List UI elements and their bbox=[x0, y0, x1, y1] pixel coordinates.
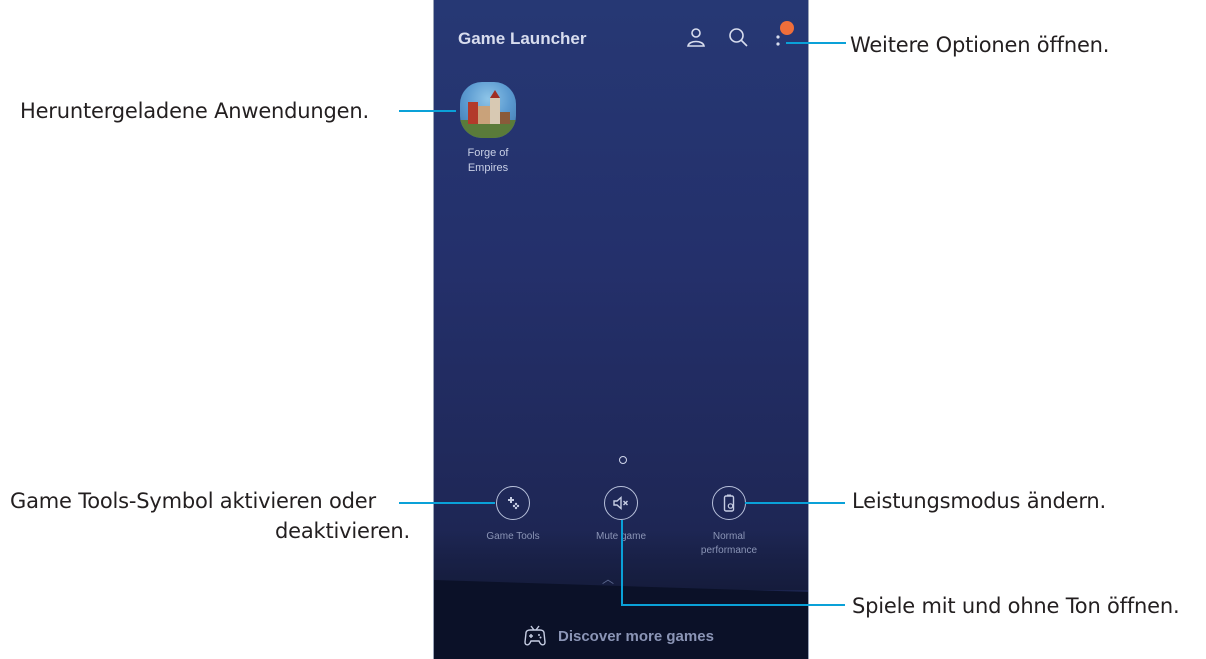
page-indicator bbox=[619, 456, 627, 464]
mute-icon bbox=[613, 495, 628, 511]
app-label-line2: Empires bbox=[467, 162, 509, 174]
callout-line-mute-horizontal bbox=[621, 604, 845, 606]
callout-downloaded-apps: Heruntergeladene Anwendungen. bbox=[20, 99, 369, 123]
search-icon[interactable] bbox=[726, 25, 750, 49]
callout-line-performance bbox=[745, 502, 845, 504]
performance-label-line1: Normal bbox=[712, 531, 746, 542]
game-tools-icon bbox=[508, 497, 520, 510]
app-title: Game Launcher bbox=[458, 29, 587, 48]
app-label-forge-of-empires[interactable]: Forge of Empires bbox=[452, 146, 524, 176]
mute-game-button[interactable] bbox=[604, 486, 638, 520]
callout-line-mute-vertical bbox=[621, 520, 623, 606]
game-tools-label: Game Tools bbox=[486, 531, 540, 542]
forge-of-empires-app-icon[interactable] bbox=[460, 82, 516, 138]
chevron-up-icon[interactable]: ︿ bbox=[602, 570, 614, 587]
battery-settings-icon bbox=[723, 494, 735, 512]
callout-performance-mode: Leistungsmodus ändern. bbox=[852, 489, 1106, 513]
app-label-line1: Forge of bbox=[467, 147, 509, 159]
discover-more-games-label: Discover more games bbox=[558, 627, 714, 645]
gamepad-tv-icon bbox=[524, 625, 546, 646]
notification-badge bbox=[780, 21, 794, 35]
callout-line-game-tools bbox=[399, 502, 495, 504]
castle-icon bbox=[460, 90, 516, 138]
performance-label-line2: performance bbox=[700, 545, 758, 556]
discover-more-games-button[interactable]: Discover more games bbox=[522, 623, 714, 649]
callout-line-more-options bbox=[786, 42, 846, 44]
performance-mode-label: Normal performance bbox=[674, 530, 784, 558]
callout-game-tools-line1: Game Tools-Symbol aktivieren oder bbox=[10, 489, 376, 513]
profile-icon[interactable] bbox=[684, 25, 708, 49]
callout-more-options: Weitere Optionen öffnen. bbox=[850, 33, 1110, 57]
game-tools-button[interactable] bbox=[496, 486, 530, 520]
callout-line-downloaded-apps bbox=[399, 110, 456, 112]
performance-mode-button[interactable] bbox=[712, 486, 746, 520]
callout-game-tools-line2: deaktivieren. bbox=[275, 519, 411, 543]
callout-mute-games: Spiele mit und ohne Ton öffnen. bbox=[852, 594, 1180, 618]
